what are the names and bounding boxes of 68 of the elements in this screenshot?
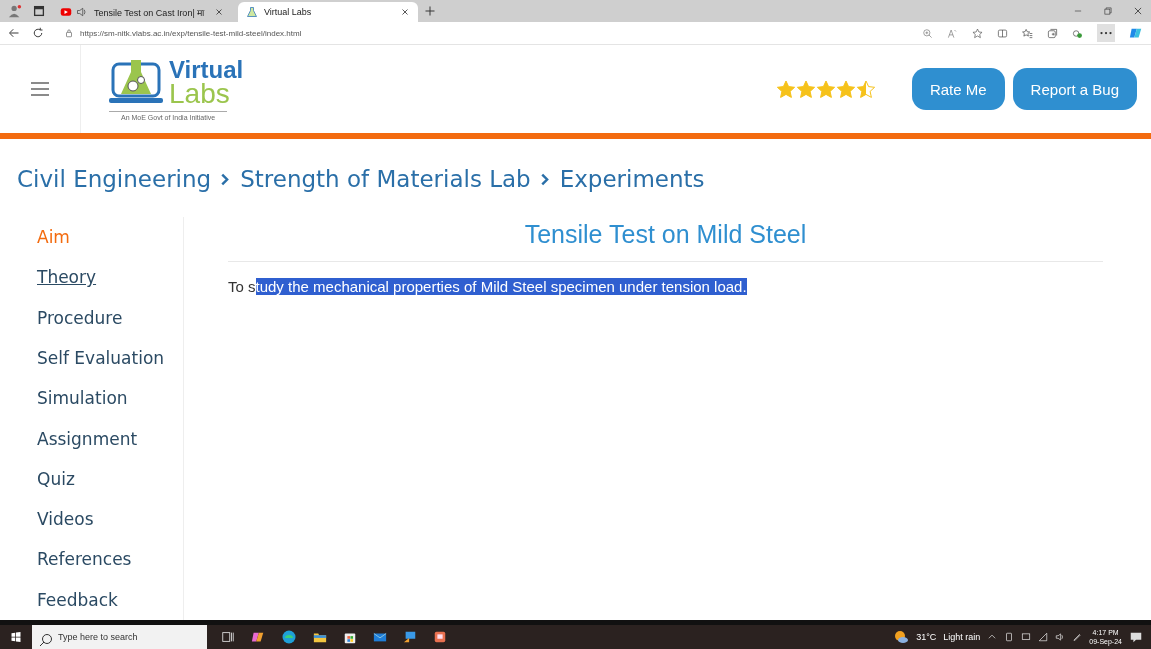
breadcrumb-link[interactable]: Strength of Materials Lab <box>240 166 531 192</box>
breadcrumb-link[interactable]: Experiments <box>559 166 705 192</box>
mail-icon[interactable] <box>373 630 387 644</box>
browser-tab[interactable]: Virtual Labs <box>238 2 418 22</box>
chevron-icon[interactable] <box>538 171 552 187</box>
browser-icon[interactable] <box>281 629 297 645</box>
favorites-icon[interactable] <box>1022 27 1033 39</box>
browser-tab[interactable]: Tensile Test on Cast Iron| मा <box>52 2 232 22</box>
logo-text: Labs <box>169 80 230 106</box>
network-icon[interactable] <box>1038 632 1049 642</box>
extension-icon[interactable] <box>1072 27 1083 39</box>
header-button[interactable]: Report a Bug <box>1012 68 1137 110</box>
menu-icon[interactable] <box>29 80 51 98</box>
breadcrumb-link[interactable]: Civil Engineering <box>17 166 212 192</box>
pen-icon[interactable] <box>1072 632 1083 642</box>
remote-desktop-icon[interactable] <box>403 630 417 644</box>
sidebar-link[interactable]: Procedure <box>37 297 123 338</box>
rating-stars[interactable] <box>775 79 876 99</box>
star-icon <box>775 79 796 99</box>
more-icon[interactable] <box>1097 24 1115 42</box>
back-icon[interactable] <box>8 27 20 39</box>
split-screen-icon[interactable] <box>997 27 1008 39</box>
page-title: Tensile Test on Mild Steel <box>228 217 1103 263</box>
sidebar-link[interactable]: Quiz <box>37 458 75 500</box>
chevron-up-icon[interactable] <box>987 632 998 642</box>
star-icon <box>855 79 876 99</box>
address-bar[interactable]: https://sm-nitk.vlabs.ac.in/exp/tensile-test-mild-steel/index.html <box>56 24 910 42</box>
sidebar-link[interactable]: Simulation <box>37 378 128 419</box>
slides-icon[interactable] <box>433 630 447 644</box>
flask-icon[interactable] <box>246 6 258 18</box>
restore-icon[interactable] <box>1103 6 1113 16</box>
video-icon[interactable] <box>60 6 72 18</box>
search-icon[interactable] <box>32 625 54 649</box>
collections-icon[interactable] <box>1047 27 1058 39</box>
sidebar-link[interactable]: Self Evaluation <box>37 337 165 379</box>
profile-icon[interactable] <box>8 4 22 18</box>
new-tab-icon[interactable] <box>424 5 436 17</box>
copilot-icon[interactable] <box>251 630 265 644</box>
star-icon <box>835 79 856 99</box>
sidebar-link[interactable]: Videos <box>37 499 94 540</box>
star-icon <box>795 79 816 99</box>
header-button[interactable]: Rate Me <box>911 68 1005 110</box>
aim-text: To study the mechanical properties of Mild Steel specimen under tension load. <box>228 278 747 296</box>
close-icon[interactable] <box>214 7 224 17</box>
volume-icon[interactable] <box>1055 632 1066 642</box>
close-icon[interactable] <box>1133 6 1143 16</box>
sidebar-link[interactable]: References <box>37 539 132 580</box>
star-icon <box>815 79 836 99</box>
notification-icon[interactable] <box>1129 630 1143 644</box>
search-field[interactable]: Type here to search <box>54 625 207 649</box>
sidebar-link[interactable]: Assignment <box>37 418 138 459</box>
weather-text: Light rain <box>943 632 981 642</box>
temperature-text: 31°C <box>916 632 937 642</box>
speaker-icon[interactable] <box>76 6 88 18</box>
lock-icon[interactable] <box>64 28 74 38</box>
copilot-icon[interactable] <box>1129 26 1143 40</box>
start-icon[interactable] <box>10 631 22 643</box>
close-icon[interactable] <box>400 7 410 17</box>
sidebar-link[interactable]: Feedback <box>37 579 118 620</box>
weather-icon[interactable] <box>893 629 910 645</box>
logo-text: Virtual <box>169 59 244 81</box>
reload-icon[interactable] <box>32 27 44 39</box>
display-icon[interactable] <box>1021 632 1032 642</box>
sidebar-link[interactable]: Theory <box>37 257 97 298</box>
device-icon[interactable] <box>1004 632 1015 642</box>
tab-actions-icon[interactable] <box>32 4 46 18</box>
favorite-icon[interactable] <box>972 27 983 39</box>
task-view-icon[interactable] <box>221 630 235 644</box>
